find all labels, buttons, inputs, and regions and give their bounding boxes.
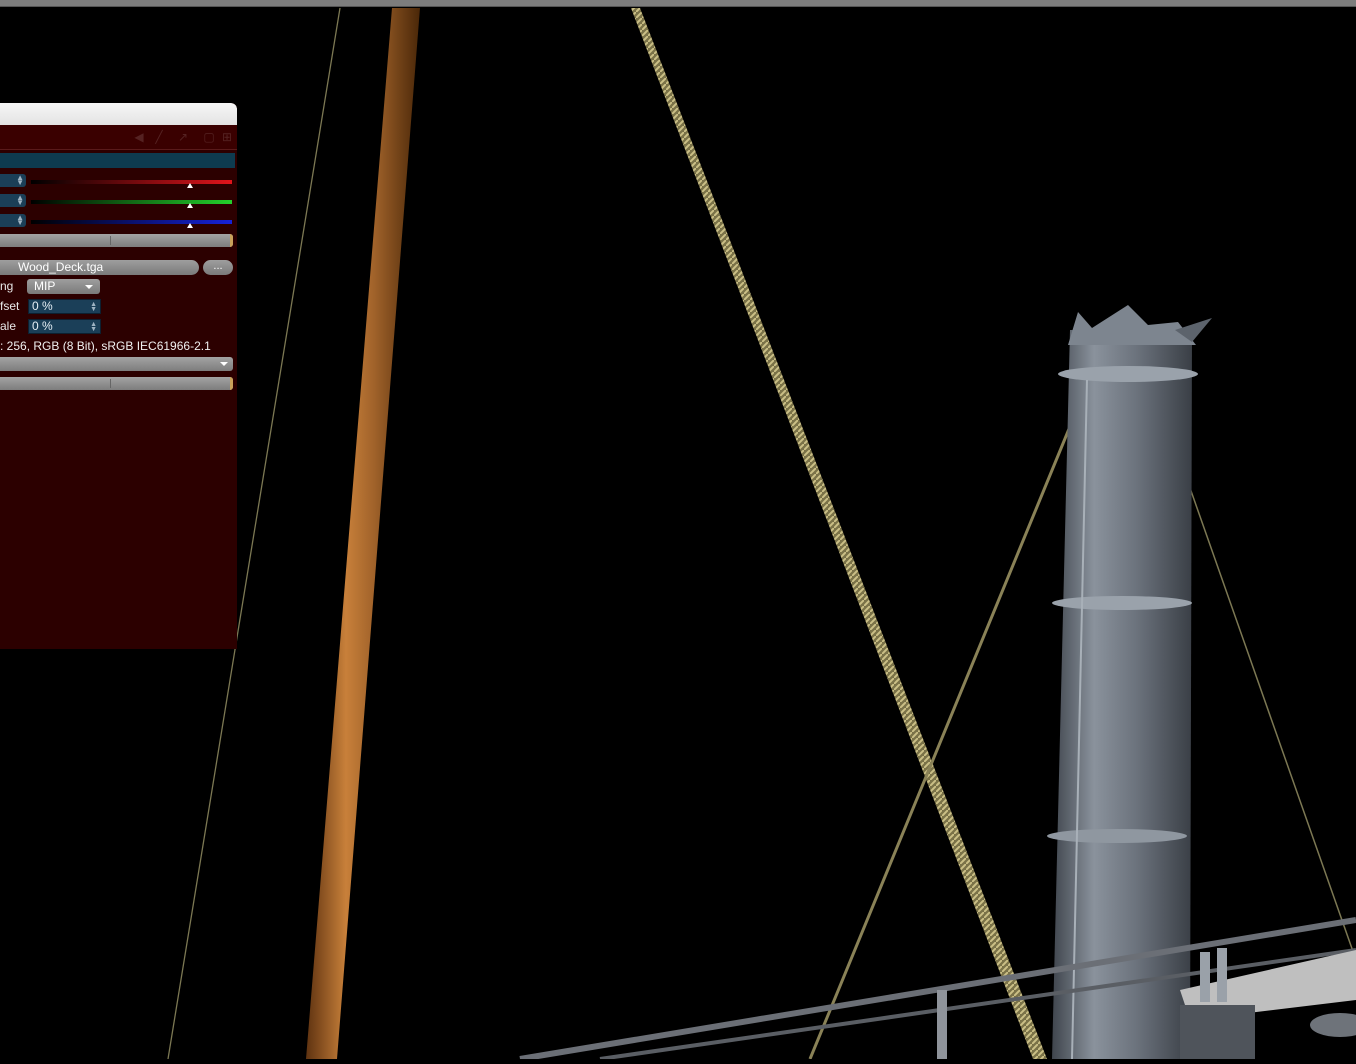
- deck-railing: [519, 917, 1356, 1062]
- texture-filename: Wood_Deck.tga: [18, 260, 104, 274]
- image-info: : 256, RGB (8 Bit), sRGB IEC61966-2.1: [0, 339, 211, 353]
- texture-properties-panel: ◀ ╱ ↗ ▢ ⊞ ▲ ▼ ▲ ▼ ▲ ▼ Wood_Deck.tga ... ng …: [0, 103, 237, 649]
- panel-titlebar[interactable]: [0, 103, 237, 125]
- filtering-select[interactable]: MIP: [27, 279, 100, 294]
- expand-icon[interactable]: ⊞: [220, 130, 234, 144]
- blue-slider[interactable]: [31, 220, 232, 224]
- filtering-label: ng: [0, 279, 14, 293]
- blue-value-field[interactable]: ▲ ▼: [0, 214, 26, 227]
- offset-field[interactable]: 0 % ▲ ▼: [28, 299, 101, 314]
- stepper-icon[interactable]: ▲ ▼: [90, 321, 97, 333]
- chevron-down-icon: [85, 285, 93, 289]
- offset-value: 0 %: [32, 299, 53, 313]
- offset-label: fset: [0, 299, 20, 313]
- stepper-icon[interactable]: ▲ ▼: [90, 301, 97, 313]
- scale-label: ale: [0, 319, 17, 333]
- texture-file-button[interactable]: Wood_Deck.tga: [0, 260, 199, 275]
- scale-field[interactable]: 0 % ▲ ▼: [28, 319, 101, 334]
- green-slider[interactable]: [31, 200, 232, 204]
- lock-icon[interactable]: ▢: [202, 130, 216, 144]
- red-slider-knob[interactable]: [186, 183, 193, 188]
- red-value-field[interactable]: ▲ ▼: [0, 174, 26, 187]
- red-slider[interactable]: [31, 180, 232, 184]
- window-top-edge: [0, 0, 1356, 7]
- scale-value: 0 %: [32, 319, 53, 333]
- panel-toolbar: ◀ ╱ ↗ ▢ ⊞: [0, 125, 237, 150]
- intensity-slider[interactable]: [0, 234, 233, 247]
- stay-line-funnel-left: [808, 389, 1087, 1060]
- filtering-value: MIP: [34, 279, 56, 293]
- mode-dropdown[interactable]: [0, 357, 233, 371]
- browse-button[interactable]: ...: [203, 260, 233, 275]
- chevron-down-icon: [220, 362, 228, 366]
- green-slider-knob[interactable]: [186, 203, 193, 208]
- back-arrow-icon[interactable]: ◀: [132, 130, 146, 144]
- stepper-icon[interactable]: ▲ ▼: [16, 214, 24, 227]
- wooden-mast: [306, 8, 420, 1059]
- strength-slider[interactable]: [0, 377, 233, 390]
- thick-rope: [631, 8, 1047, 1059]
- blue-slider-knob[interactable]: [186, 223, 193, 228]
- stepper-icon[interactable]: ▲ ▼: [16, 194, 24, 207]
- color-swatch[interactable]: [0, 153, 235, 168]
- green-value-field[interactable]: ▲ ▼: [0, 194, 26, 207]
- cursor-icon[interactable]: ↗: [176, 130, 190, 144]
- stay-line-funnel-right: [1189, 487, 1356, 961]
- pen-icon[interactable]: ╱: [152, 130, 166, 144]
- stepper-icon[interactable]: ▲ ▼: [16, 174, 24, 187]
